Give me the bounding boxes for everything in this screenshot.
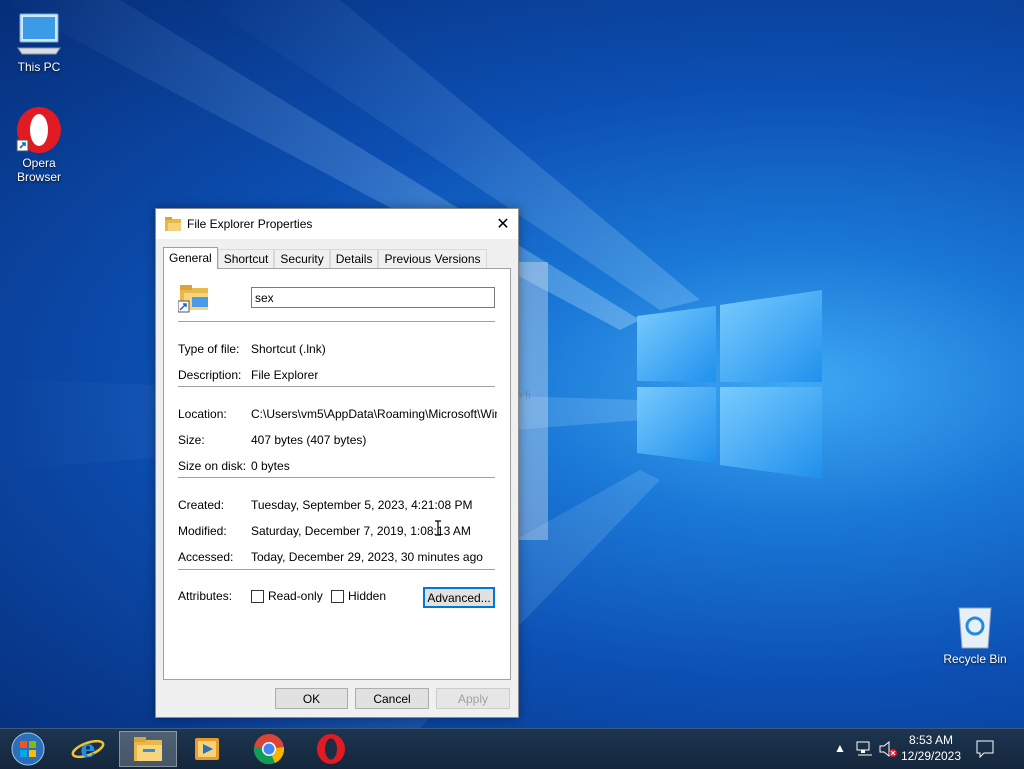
chrome-icon <box>253 734 285 765</box>
dialog-titlebar[interactable]: File Explorer Properties ✕ <box>156 209 518 239</box>
folder-icon <box>165 217 181 231</box>
checkbox-box <box>251 589 264 603</box>
location-label: Location: <box>178 407 227 421</box>
ok-button[interactable]: OK <box>275 688 348 709</box>
readonly-label: Read-only <box>268 589 323 603</box>
hidden-checkbox[interactable]: Hidden <box>331 589 386 603</box>
taskbar-clock[interactable]: 8:53 AM 12/29/2023 <box>896 732 966 764</box>
opera-icon <box>317 734 345 764</box>
tab-shortcut[interactable]: Shortcut <box>217 249 275 269</box>
tab-bar: General Shortcut Security Details Previo… <box>163 247 487 269</box>
checkbox-box <box>331 589 344 603</box>
location-value: C:\Users\vm5\AppData\Roaming\Microsoft\W… <box>251 407 497 421</box>
desktop-icon-label: Opera Browser <box>16 156 61 184</box>
readonly-checkbox[interactable]: Read-only <box>251 589 323 603</box>
size-value: 407 bytes (407 bytes) <box>251 433 367 447</box>
windows-logo-pane-tl <box>637 306 716 382</box>
description-label: Description: <box>178 368 242 382</box>
windows-orb-icon <box>11 732 45 766</box>
accessed-label: Accessed: <box>178 550 234 564</box>
tab-previous-versions[interactable]: Previous Versions <box>378 249 487 269</box>
recycle-bin-icon <box>951 602 999 650</box>
tab-details[interactable]: Details <box>329 249 379 269</box>
apply-button[interactable]: Apply <box>436 688 510 709</box>
created-value: Tuesday, September 5, 2023, 4:21:08 PM <box>251 498 473 512</box>
taskbar-chrome[interactable] <box>243 731 295 767</box>
taskbar-media-player[interactable] <box>181 731 233 767</box>
windows-logo-pane-tr <box>720 290 822 382</box>
desktop-icon-this-pc[interactable]: This PC <box>1 10 77 74</box>
size-on-disk-label: Size on disk: <box>178 459 247 473</box>
created-label: Created: <box>178 498 225 512</box>
chevron-up-icon: ▲ <box>834 741 846 755</box>
windows-logo-pane-bl <box>637 387 716 463</box>
desktop-icon-recycle-bin[interactable]: Recycle Bin <box>937 602 1013 666</box>
hidden-label: Hidden <box>348 589 387 603</box>
taskbar-file-explorer[interactable] <box>119 731 177 767</box>
divider <box>178 386 495 387</box>
internet-explorer-icon: e <box>71 734 105 763</box>
size-label: Size: <box>178 433 205 447</box>
tab-general[interactable]: General <box>163 247 218 269</box>
desktop-icon-label: Recycle Bin <box>943 652 1007 666</box>
taskbar: e ▲ 8:53 AM 12/29/2023 <box>0 728 1024 769</box>
accessed-value: Today, December 29, 2023, 30 minutes ago <box>251 550 483 564</box>
description-value: File Explorer <box>251 368 319 382</box>
text-cursor-icon <box>435 520 441 536</box>
computer-icon <box>15 10 63 58</box>
shortcut-folder-icon <box>178 285 208 313</box>
clock-time: 8:53 AM <box>908 733 954 747</box>
tab-security[interactable]: Security <box>274 249 330 269</box>
volume-muted-icon[interactable] <box>878 740 898 758</box>
size-on-disk-value: 0 bytes <box>251 459 290 473</box>
clock-date: 12/29/2023 <box>900 749 962 763</box>
file-properties-dialog: File Explorer Properties ✕ General Short… <box>155 208 519 718</box>
start-button[interactable] <box>2 731 54 767</box>
show-hidden-icons-button[interactable]: ▲ <box>834 741 846 755</box>
name-input[interactable]: sex <box>251 287 495 308</box>
media-player-icon <box>195 738 219 760</box>
desktop-icon-opera[interactable]: Opera Browser <box>1 106 77 184</box>
advanced-button[interactable]: Advanced... <box>423 587 495 608</box>
attributes-label: Attributes: <box>178 589 233 603</box>
divider <box>178 321 495 322</box>
taskbar-internet-explorer[interactable]: e <box>62 731 114 767</box>
close-icon: ✕ <box>496 216 510 233</box>
taskbar-opera[interactable] <box>305 731 357 767</box>
network-icon[interactable] <box>856 741 874 757</box>
divider <box>178 477 495 478</box>
type-label: Type of file: <box>178 342 240 356</box>
svg-text:e: e <box>80 734 95 763</box>
opera-icon <box>15 106 63 154</box>
close-button[interactable]: ✕ <box>488 209 518 239</box>
type-value: Shortcut (.lnk) <box>251 342 326 356</box>
modified-label: Modified: <box>178 524 227 538</box>
general-tab-panel: sex Type of file: Shortcut (.lnk) Descri… <box>163 268 511 680</box>
divider <box>178 569 495 570</box>
desktop-icon-label: This PC <box>17 60 61 74</box>
file-explorer-icon <box>134 737 162 761</box>
cancel-button[interactable]: Cancel <box>355 688 429 709</box>
action-center-icon[interactable] <box>976 740 994 758</box>
windows-logo-pane-br <box>720 387 822 479</box>
dialog-title: File Explorer Properties <box>187 217 313 231</box>
